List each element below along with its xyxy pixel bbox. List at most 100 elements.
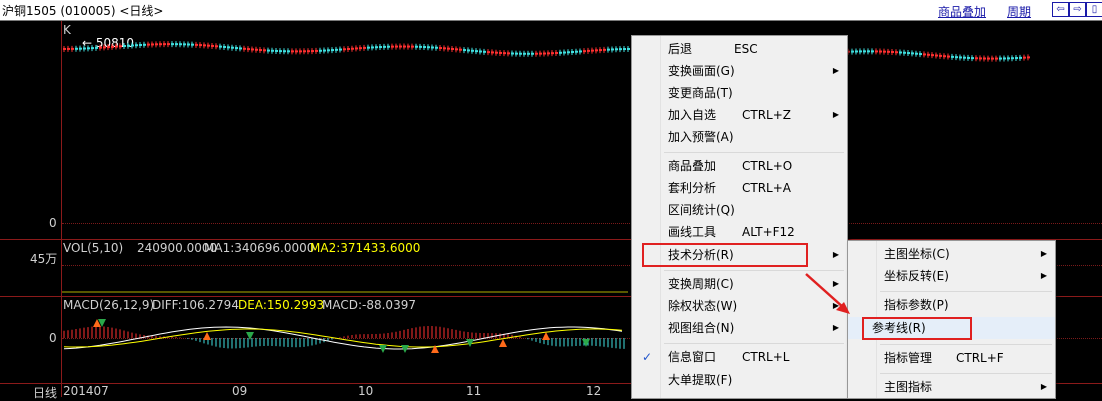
menu-item-info-window[interactable]: ✓ 信息窗口 CTRL+L — [632, 346, 847, 368]
candle-body — [507, 52, 510, 55]
submenu-item-main-indicator[interactable]: 主图指标 ▶ — [848, 376, 1055, 398]
candle-body — [567, 51, 570, 54]
menu-separator — [880, 344, 1052, 345]
candle-body — [943, 55, 946, 58]
menu-item-add-alert[interactable]: 加入预警(A) — [632, 126, 847, 148]
candle-body — [855, 50, 858, 53]
candle-body — [1011, 57, 1014, 60]
candle-body — [131, 44, 134, 47]
menu-separator — [880, 373, 1052, 374]
candle-body — [179, 43, 182, 46]
candle-body — [467, 49, 470, 52]
submenu-arrow-icon: ▶ — [1040, 271, 1047, 280]
menu-item-label: 加入预警(A) — [668, 130, 734, 144]
candle-body — [939, 54, 942, 57]
candle-body — [119, 45, 122, 48]
menu-separator — [664, 152, 844, 153]
candle-body — [1015, 57, 1018, 60]
menu-item-overlay[interactable]: 商品叠加 CTRL+O — [632, 155, 847, 177]
submenu-item-indicator-params[interactable]: 指标参数(P) — [848, 294, 1055, 316]
candle-body — [431, 46, 434, 49]
candle-body — [263, 49, 266, 52]
candle-body — [407, 45, 410, 48]
menu-item-label: 商品叠加 — [668, 159, 717, 173]
technical-analysis-submenu: 主图坐标(C) ▶ 坐标反转(E) ▶ 指标参数(P) 参考线(R) 指标管理 … — [847, 240, 1056, 399]
submenu-item-axis-invert[interactable]: 坐标反转(E) ▶ — [848, 265, 1055, 287]
candle-body — [559, 51, 562, 54]
candle-body — [627, 47, 630, 50]
candle-body — [247, 48, 250, 51]
candle-body — [155, 43, 158, 46]
candle-body — [471, 49, 474, 52]
candle-body — [487, 51, 490, 54]
candle-body — [443, 47, 446, 50]
candle-body — [71, 47, 74, 50]
menu-item-label: 主图指标 — [884, 380, 933, 394]
candle-body — [551, 52, 554, 55]
period-label: 日线 — [33, 386, 58, 400]
candle-body — [199, 44, 202, 47]
candle-body — [303, 50, 306, 53]
candle-body — [591, 49, 594, 52]
candle-body — [1027, 56, 1030, 59]
menu-item-change-view[interactable]: 变换画面(G) ▶ — [632, 60, 847, 82]
candle-body — [295, 50, 298, 53]
candle-body — [347, 47, 350, 50]
menu-item-change-commodity[interactable]: 变更商品(T) — [632, 82, 847, 104]
candle-body — [1023, 56, 1026, 59]
candle-body — [947, 55, 950, 58]
buy-signal-icon — [499, 339, 507, 347]
candle-body — [535, 52, 538, 55]
menu-item-label: 加入自选 — [668, 108, 717, 122]
menu-item-label: 信息窗口 — [668, 350, 717, 364]
candle-body — [919, 53, 922, 56]
candle-body — [511, 52, 514, 55]
candle-body — [891, 51, 894, 54]
candle-body — [331, 49, 334, 52]
x-tick-label: 09 — [232, 384, 248, 398]
candle-body — [379, 46, 382, 49]
sell-signal-icon — [582, 339, 590, 347]
candle-body — [259, 49, 262, 52]
candle-body — [527, 52, 530, 55]
candle-body — [387, 45, 390, 48]
menu-item-label: 后退 — [668, 42, 693, 56]
menu-item-label: 坐标反转(E) — [884, 269, 949, 283]
candle-body — [171, 43, 174, 46]
candle-body — [887, 50, 890, 53]
candle-body — [231, 46, 234, 49]
candle-body — [283, 50, 286, 53]
menu-item-range-stats[interactable]: 区间统计(Q) — [632, 199, 847, 221]
menu-item-label: 区间统计(Q) — [668, 203, 735, 217]
candle-body — [107, 46, 110, 49]
menu-item-arbitrage[interactable]: 套利分析 CTRL+A — [632, 177, 847, 199]
candle-body — [183, 43, 186, 46]
candle-body — [1019, 56, 1022, 59]
submenu-item-indicator-manager[interactable]: 指标管理 CTRL+F — [848, 347, 1055, 369]
menu-item-drawing-tools[interactable]: 画线工具 ALT+F12 — [632, 221, 847, 243]
submenu-item-main-axis[interactable]: 主图坐标(C) ▶ — [848, 243, 1055, 265]
candle-body — [167, 43, 170, 46]
x-tick-label: 201407 — [63, 384, 109, 398]
candle-body — [63, 47, 66, 50]
candle-body — [999, 57, 1002, 60]
candle-body — [515, 52, 518, 55]
candle-body — [351, 47, 354, 50]
candle-body — [611, 48, 614, 51]
candle-body — [879, 50, 882, 53]
candle-body — [411, 45, 414, 48]
menu-item-large-orders[interactable]: 大单提取(F) — [632, 369, 847, 391]
menu-item-back[interactable]: 后退 ESC — [632, 38, 847, 60]
menu-item-add-watchlist[interactable]: 加入自选 CTRL+Z ▶ — [632, 104, 847, 126]
menu-item-view-combo[interactable]: 视图组合(N) ▶ — [632, 317, 847, 339]
candle-body — [335, 48, 338, 51]
candle-body — [191, 43, 194, 46]
candle-body — [159, 43, 162, 46]
candle-body — [475, 50, 478, 53]
candle-body — [935, 54, 938, 57]
submenu-arrow-icon: ▶ — [832, 250, 839, 259]
candle-body — [139, 43, 142, 46]
candle-body — [207, 44, 210, 47]
candle-body — [955, 56, 958, 59]
candle-body — [463, 49, 466, 52]
